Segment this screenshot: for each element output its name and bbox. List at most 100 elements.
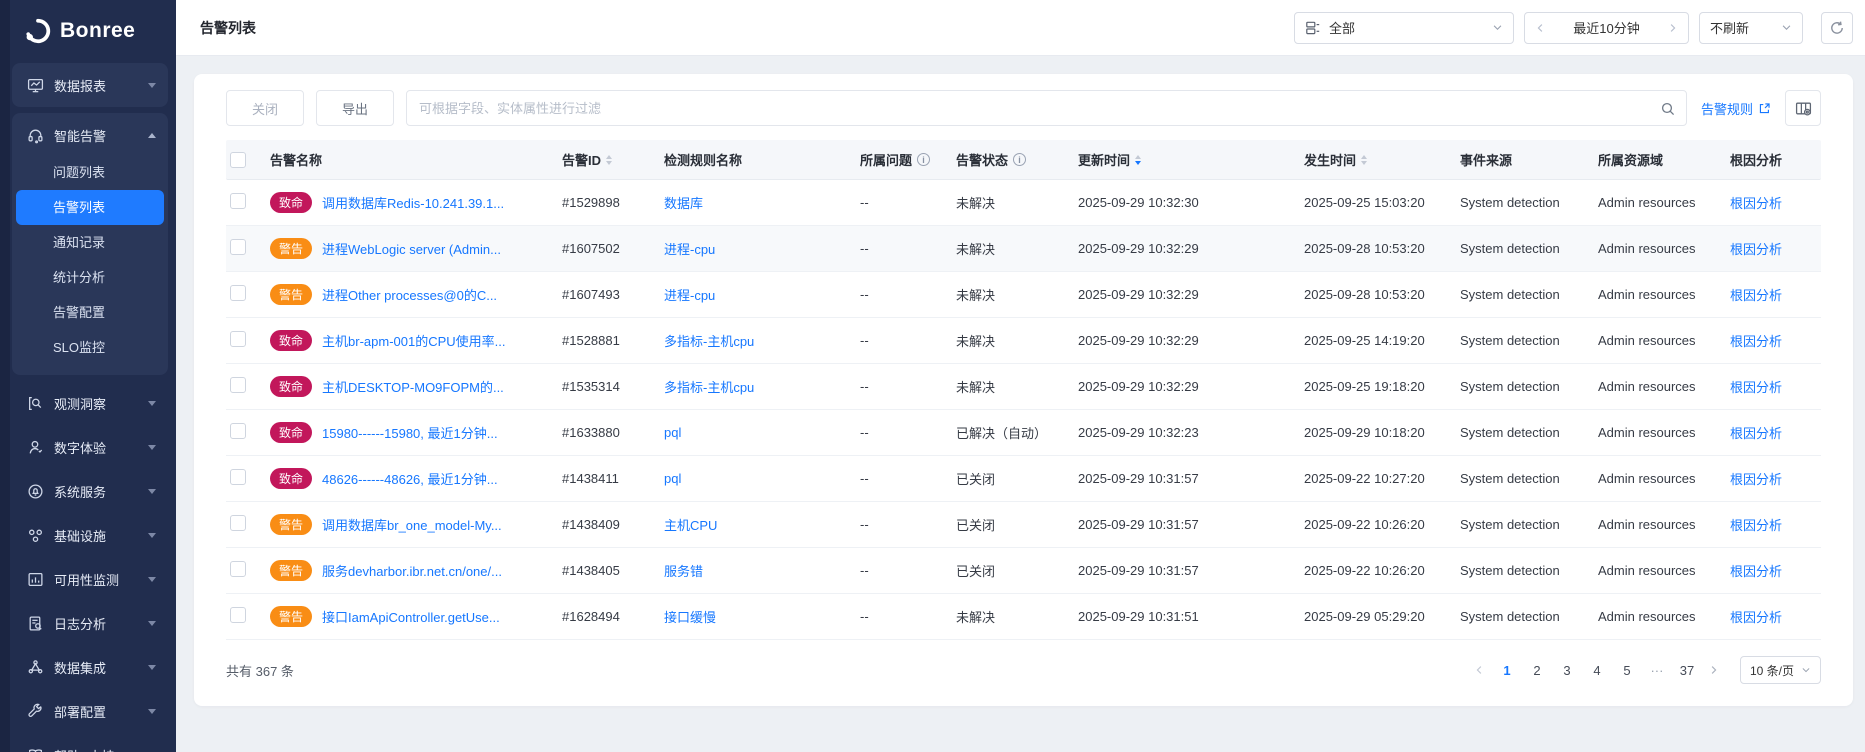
rule-link[interactable]: pql [664,471,681,486]
alert-name-link[interactable]: 主机DESKTOP-MO9FOPM的... [322,377,504,396]
rule-link[interactable]: 主机CPU [664,518,717,533]
alert-name-link[interactable]: 服务devharbor.ibr.net.cn/one/... [322,561,502,580]
sidebar-item-system-services[interactable]: 系统服务 [12,469,168,513]
sidebar-item-deploy-config[interactable]: 部署配置 [12,689,168,733]
root-cause-link[interactable]: 根因分析 [1730,196,1782,211]
sidebar-item-availability[interactable]: 可用性监测 [12,557,168,601]
row-checkbox[interactable] [230,377,246,393]
filter-search-input[interactable] [419,100,1652,116]
alert-name-link[interactable]: 调用数据库br_one_model-My... [322,515,502,534]
page-number[interactable]: 3 [1556,657,1578,683]
root-cause-link[interactable]: 根因分析 [1730,242,1782,257]
row-checkbox[interactable] [230,331,246,347]
alert-rules-link[interactable]: 告警规则 [1701,99,1771,118]
sidebar-item-infrastructure[interactable]: 基础设施 [12,513,168,557]
row-checkbox[interactable] [230,285,246,301]
column-settings-button[interactable] [1785,90,1821,126]
chevron-left-icon[interactable] [1535,22,1546,34]
row-checkbox[interactable] [230,469,246,485]
root-cause-link[interactable]: 根因分析 [1730,380,1782,395]
alert-id: #1529898 [562,195,620,210]
alert-name-link[interactable]: 48626------48626, 最近1分钟... [322,469,498,488]
row-checkbox[interactable] [230,515,246,531]
rule-link[interactable]: 接口缓慢 [664,610,716,625]
refresh-button[interactable] [1821,11,1853,44]
root-cause-link[interactable]: 根因分析 [1730,334,1782,349]
export-button[interactable]: 导出 [316,90,395,126]
scope-select[interactable]: 全部 [1294,11,1514,44]
alert-name-link[interactable]: 调用数据库Redis-10.241.39.1... [322,193,504,212]
sidebar-item-digital-experience[interactable]: 数字体验 [12,425,168,469]
sidebar-item-data-reports[interactable]: 数据报表 [12,65,168,105]
chevron-right-icon[interactable] [1667,22,1678,34]
rule-link[interactable]: 进程-cpu [664,242,715,257]
page-number[interactable]: 2 [1526,657,1548,683]
row-checkbox[interactable] [230,239,246,255]
bar-chart-icon [27,571,44,588]
page-number[interactable]: 4 [1586,657,1608,683]
alert-name-link[interactable]: 进程Other processes@0的C... [322,285,497,304]
page-prev-button[interactable] [1468,657,1492,683]
root-cause-link[interactable]: 根因分析 [1730,610,1782,625]
page-number[interactable]: 5 [1616,657,1638,683]
alert-id: #1438411 [562,471,619,486]
occur-time: 2025-09-22 10:27:20 [1304,471,1425,486]
rule-link[interactable]: 服务错 [664,564,703,579]
row-checkbox[interactable] [230,423,246,439]
alert-name-link[interactable]: 接口IamApiController.getUse... [322,607,500,626]
row-checkbox[interactable] [230,561,246,577]
root-cause-link[interactable]: 根因分析 [1730,426,1782,441]
info-icon[interactable]: i [917,153,931,166]
root-cause-link[interactable]: 根因分析 [1730,564,1782,579]
sort-toggle[interactable] [606,154,613,165]
rule-link[interactable]: 多指标-主机cpu [664,334,754,349]
sidebar-item-log-analysis[interactable]: 日志分析 [12,601,168,645]
sidebar-item-data-integration[interactable]: 数据集成 [12,645,168,689]
info-icon[interactable]: i [1013,153,1027,166]
page-size-select[interactable]: 10 条/页 [1739,656,1821,684]
sidebar-item-smart-alerts[interactable]: 智能告警 [12,115,168,155]
alert-name-link[interactable]: 15980------15980, 最近1分钟... [322,423,498,442]
resource-domain: Admin resources [1598,609,1696,624]
sidebar-item-notify-records[interactable]: 通知记录 [16,225,164,260]
refresh-interval-select[interactable]: 不刷新 [1699,11,1803,44]
time-range-value[interactable]: 最近10分钟 [1573,18,1639,37]
alert-name-link[interactable]: 进程WebLogic server (Admin... [322,239,501,258]
root-cause-link[interactable]: 根因分析 [1730,288,1782,303]
search-icon[interactable] [1660,101,1676,117]
root-cause-link[interactable]: 根因分析 [1730,472,1782,487]
select-all-checkbox[interactable] [230,151,246,168]
sidebar-item-observe-insight[interactable]: 观测洞察 [12,381,168,425]
close-alerts-button[interactable]: 关闭 [226,90,305,126]
chevron-down-icon [148,400,156,406]
rule-link[interactable]: 多指标-主机cpu [664,380,754,395]
root-cause-link[interactable]: 根因分析 [1730,518,1782,533]
time-range-select: 最近10分钟 [1524,11,1689,44]
status: 已关闭 [956,518,996,533]
sidebar-item-help-support[interactable]: 帮助&支持 [12,733,168,752]
occur-time: 2025-09-22 10:26:20 [1304,517,1425,532]
table-row: 致命 48626------48626, 最近1分钟... #1438411 pq… [226,456,1821,502]
severity-badge: 致命 [270,192,313,213]
sort-toggle[interactable] [1361,154,1368,165]
alert-name-link[interactable]: 主机br-apm-001的CPU使用率... [322,331,505,350]
event-source: System detection [1460,425,1560,440]
row-checkbox[interactable] [230,607,246,623]
sidebar-item-alert-config[interactable]: 告警配置 [16,295,164,330]
sidebar-item-alert-list[interactable]: 告警列表 [16,190,164,225]
update-time: 2025-09-29 10:31:57 [1078,517,1199,532]
sort-toggle[interactable] [1135,154,1142,165]
sidebar-item-slo-monitor[interactable]: SLO监控 [16,330,164,365]
rule-link[interactable]: pql [664,425,681,440]
page-number[interactable]: 37 [1676,657,1698,683]
search-brackets-icon [27,395,44,412]
status: 未解决 [956,288,996,303]
sidebar-item-problem-list[interactable]: 问题列表 [16,155,164,190]
row-checkbox[interactable] [230,193,246,209]
update-time: 2025-09-29 10:31:57 [1078,471,1199,486]
page-number[interactable]: 1 [1496,657,1518,683]
rule-link[interactable]: 进程-cpu [664,288,715,303]
rule-link[interactable]: 数据库 [664,196,703,211]
page-next-button[interactable] [1702,657,1726,683]
sidebar-item-stats-analysis[interactable]: 统计分析 [16,260,164,295]
